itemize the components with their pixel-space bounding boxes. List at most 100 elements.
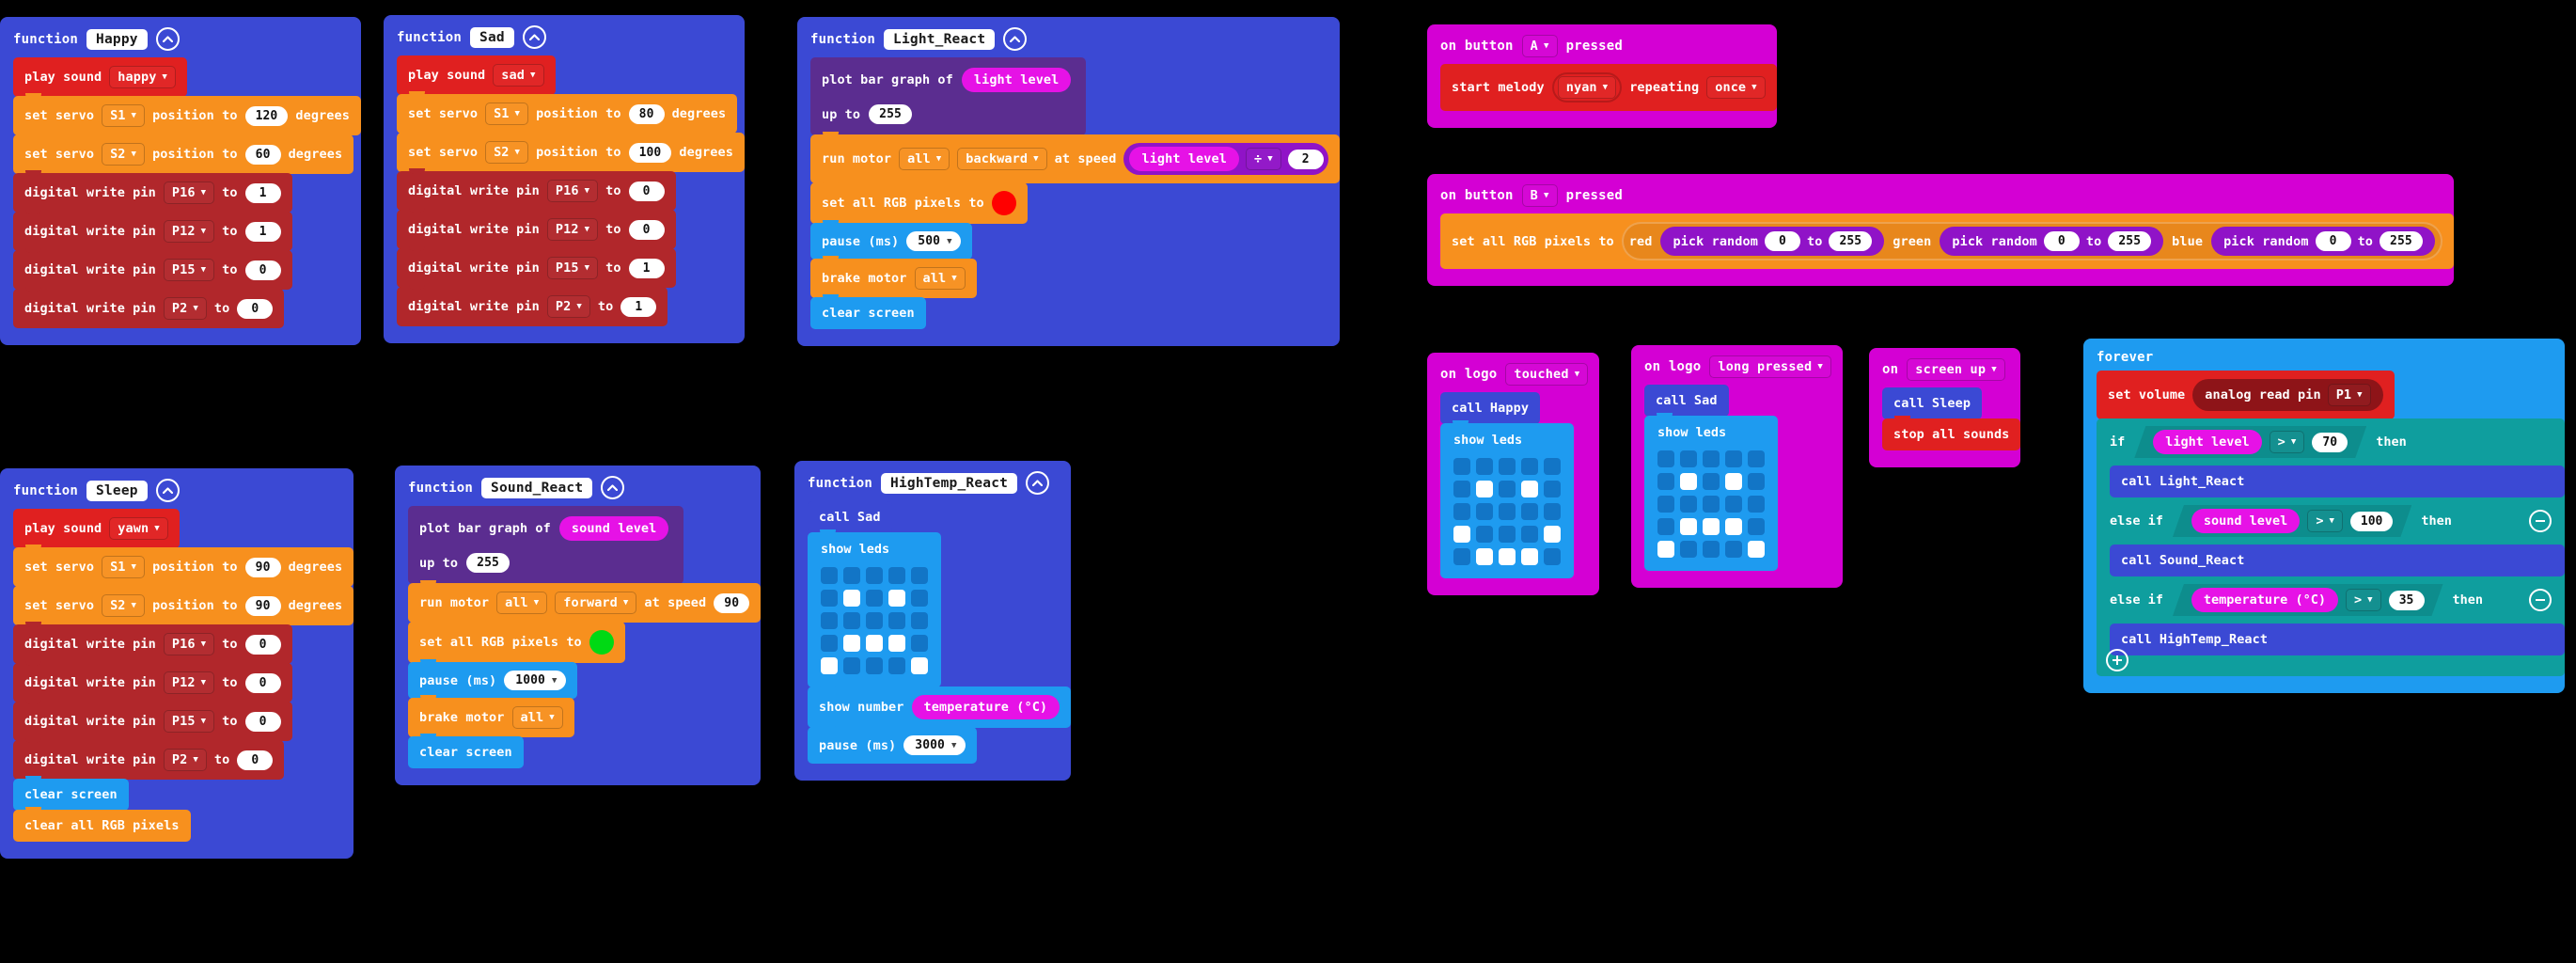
led-cell-r0-c2[interactable] <box>1703 450 1720 467</box>
event-block[interactable]: on logo touched ▼ call Happy show leds <box>1427 353 1600 595</box>
event-block[interactable]: on button A ▼ pressed start melody nyan ▼ … <box>1427 24 1777 128</box>
function-name-field[interactable]: Sleep <box>86 480 148 501</box>
pin-value-input[interactable]: 0 <box>628 181 665 201</box>
run-motor-block[interactable]: run motor all ▼ forward ▼ at speed 90 <box>408 580 762 623</box>
servo-dropdown[interactable]: S2 ▼ <box>102 143 146 166</box>
pin-dropdown[interactable]: P12 ▼ <box>163 220 215 243</box>
call-function-block[interactable]: call Sad <box>808 501 892 533</box>
led-cell-r0-c1[interactable] <box>1680 450 1697 467</box>
led-cell-r1-c0[interactable] <box>821 590 838 607</box>
call-function-block[interactable]: call Sad <box>1644 385 1729 417</box>
led-cell-r4-c4[interactable] <box>1544 548 1561 565</box>
pin-dropdown[interactable]: P1 ▼ <box>2327 384 2371 406</box>
led-cell-r4-c0[interactable] <box>1657 541 1674 558</box>
threshold-input[interactable]: 100 <box>2350 512 2393 531</box>
function-block[interactable]: function Happy play sound happy ▼ set ser… <box>0 17 361 345</box>
event-on-button-b-script[interactable]: on button B ▼ pressed set all RGB pixels … <box>1427 174 2454 286</box>
color-swatch-green[interactable] <box>589 630 614 655</box>
motor-dropdown[interactable]: all ▼ <box>496 592 548 614</box>
pin-value-input[interactable]: 0 <box>237 750 274 770</box>
clear-all-rgb-block[interactable]: clear all RGB pixels <box>13 807 191 842</box>
led-cell-r0-c4[interactable] <box>911 567 928 584</box>
collapse-icon[interactable] <box>601 476 625 499</box>
led-cell-r3-c3[interactable] <box>1521 526 1538 543</box>
digital-write-block[interactable]: digital write pin P12 ▼ to 0 <box>397 207 676 249</box>
set-servo-block[interactable]: set servo S2 ▼ position to 100 degrees <box>397 130 745 172</box>
digital-write-block[interactable]: digital write pin P16 ▼ to 0 <box>397 168 676 211</box>
led-grid[interactable] <box>821 567 928 674</box>
if-else-block[interactable]: if light level > ▼ 70 then call Light_Rea… <box>2097 418 2565 676</box>
led-cell-r3-c0[interactable] <box>1453 526 1470 543</box>
gesture-dropdown[interactable]: screen up ▼ <box>1907 358 2005 381</box>
show-leds-block[interactable]: show leds <box>1440 420 1574 578</box>
function-name-field[interactable]: Sound_React <box>481 477 593 498</box>
function-block[interactable]: function HighTemp_React call Sad show le… <box>794 461 1072 781</box>
led-cell-r1-c4[interactable] <box>1748 473 1765 490</box>
pause-duration-dropdown[interactable]: 1000 ▼ <box>504 671 566 690</box>
digital-write-block[interactable]: digital write pin P12 ▼ to 1 <box>13 209 292 251</box>
servo-degrees-input[interactable]: 80 <box>628 103 665 124</box>
event-block[interactable]: on logo long pressed ▼ call Sad show leds <box>1631 345 1843 588</box>
led-cell-r2-c4[interactable] <box>911 612 928 629</box>
servo-degrees-input[interactable]: 60 <box>244 144 281 165</box>
led-cell-r0-c0[interactable] <box>1657 450 1674 467</box>
led-cell-r2-c4[interactable] <box>1544 503 1561 520</box>
pick-random-green-reporter[interactable]: pick random 0 to 255 <box>1940 227 2164 256</box>
led-cell-r1-c1[interactable] <box>843 590 860 607</box>
servo-dropdown[interactable]: S1 ▼ <box>102 104 146 127</box>
comparison-operator-dropdown[interactable]: > ▼ <box>2270 431 2305 453</box>
led-cell-r3-c1[interactable] <box>1680 518 1697 535</box>
show-leds-block[interactable]: show leds <box>1644 413 1778 571</box>
led-cell-r2-c3[interactable] <box>888 612 905 629</box>
led-cell-r1-c2[interactable] <box>866 590 883 607</box>
servo-degrees-input[interactable]: 120 <box>244 105 289 126</box>
random-max-input[interactable]: 255 <box>2380 231 2423 251</box>
pin-dropdown[interactable]: P16 ▼ <box>163 633 215 655</box>
brake-motor-block[interactable]: brake motor all ▼ <box>408 695 574 737</box>
led-cell-r0-c1[interactable] <box>843 567 860 584</box>
random-max-input[interactable]: 255 <box>1829 231 1873 251</box>
comparison-operator-dropdown[interactable]: > ▼ <box>2307 510 2343 532</box>
digital-write-block[interactable]: digital write pin P15 ▼ to 0 <box>13 247 292 290</box>
blocks-workspace[interactable]: function Happy play sound happy ▼ set ser… <box>0 0 2576 963</box>
led-cell-r3-c1[interactable] <box>1476 526 1493 543</box>
led-cell-r0-c3[interactable] <box>1521 458 1538 475</box>
set-volume-block[interactable]: set volume analog read pin P1 ▼ <box>2097 371 2395 419</box>
random-max-input[interactable]: 255 <box>2108 231 2152 251</box>
sound-dropdown[interactable]: happy ▼ <box>109 66 176 88</box>
sound-level-reporter[interactable]: sound level <box>558 516 669 541</box>
brake-motor-block[interactable]: brake motor all ▼ <box>810 256 977 298</box>
digital-write-block[interactable]: digital write pin P2 ▼ to 0 <box>13 286 285 328</box>
led-cell-r1-c0[interactable] <box>1657 473 1674 490</box>
comparison-operator-dropdown[interactable]: > ▼ <box>2346 589 2381 611</box>
pin-dropdown[interactable]: P16 ▼ <box>163 182 215 204</box>
led-cell-r2-c0[interactable] <box>1657 496 1674 513</box>
led-cell-r2-c1[interactable] <box>843 612 860 629</box>
sound-dropdown[interactable]: yawn ▼ <box>109 517 168 540</box>
led-cell-r2-c1[interactable] <box>1680 496 1697 513</box>
direction-dropdown[interactable]: backward ▼ <box>957 148 1047 170</box>
event-on-logo-touched-script[interactable]: on logo touched ▼ call Happy show leds <box>1427 353 1600 595</box>
pause-block[interactable]: pause (ms) 500 ▼ <box>810 220 972 260</box>
clear-screen-block[interactable]: clear screen <box>13 776 129 811</box>
function-block[interactable]: function Sad play sound sad ▼ set servo S… <box>384 15 745 343</box>
pin-dropdown[interactable]: P2 ▼ <box>546 295 590 318</box>
divisor-input[interactable]: 2 <box>1287 149 1324 169</box>
function-block[interactable]: function Sleep play sound yawn ▼ set serv… <box>0 468 354 859</box>
threshold-input[interactable]: 70 <box>2312 433 2348 452</box>
add-branch-icon[interactable] <box>2106 649 2128 671</box>
collapse-icon[interactable] <box>1026 471 1050 495</box>
event-block[interactable]: on button B ▼ pressed set all RGB pixels … <box>1427 174 2454 286</box>
led-cell-r4-c4[interactable] <box>1748 541 1765 558</box>
digital-write-block[interactable]: digital write pin P15 ▼ to 1 <box>397 245 676 288</box>
led-cell-r3-c0[interactable] <box>1657 518 1674 535</box>
if-branch-row[interactable]: if light level > ▼ 70 then <box>2097 418 2565 466</box>
set-all-rgb-random-block[interactable]: set all RGB pixels to red pick random 0 … <box>1440 213 2454 269</box>
plot-bar-graph-block[interactable]: plot bar graph of sound level up to 255 <box>408 506 684 584</box>
led-cell-r4-c1[interactable] <box>1476 548 1493 565</box>
show-leds-block[interactable]: show leds <box>808 529 941 687</box>
light-level-reporter[interactable]: light level <box>961 68 1072 92</box>
collapse-icon[interactable] <box>155 27 180 51</box>
remove-branch-icon[interactable] <box>2529 589 2552 611</box>
logo-gesture-dropdown[interactable]: touched ▼ <box>1505 363 1589 386</box>
